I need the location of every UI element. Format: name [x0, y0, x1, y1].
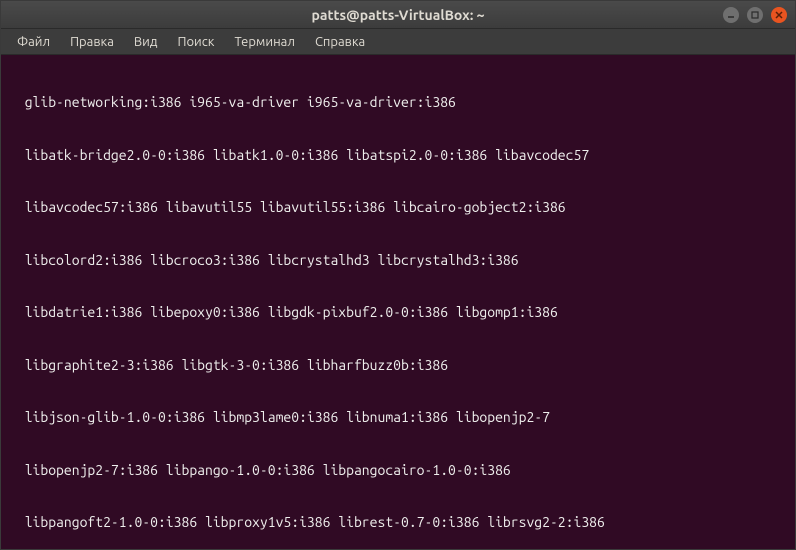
terminal-line: glib-networking:i386 i965-va-driver i965…	[9, 94, 787, 112]
menu-edit[interactable]: Правка	[62, 33, 122, 51]
terminal-line: libjson-glib-1.0-0:i386 libmp3lame0:i386…	[9, 409, 787, 427]
minimize-button[interactable]	[723, 7, 739, 23]
terminal-line: libdatrie1:i386 libepoxy0:i386 libgdk-pi…	[9, 304, 787, 322]
terminal-window: patts@patts-VirtualBox: ~ Файл Правка Ви…	[0, 0, 796, 550]
maximize-button[interactable]	[747, 7, 763, 23]
window-controls	[723, 7, 787, 23]
titlebar: patts@patts-VirtualBox: ~	[1, 1, 795, 29]
window-title: patts@patts-VirtualBox: ~	[312, 7, 485, 23]
close-button[interactable]	[771, 7, 787, 23]
close-icon	[775, 11, 783, 19]
minimize-icon	[727, 11, 735, 19]
terminal-line: libopenjp2-7:i386 libpango-1.0-0:i386 li…	[9, 462, 787, 480]
menu-help[interactable]: Справка	[307, 33, 373, 51]
terminal-line: libgraphite2-3:i386 libgtk-3-0:i386 libh…	[9, 357, 787, 375]
terminal-line: libcolord2:i386 libcroco3:i386 libcrysta…	[9, 252, 787, 270]
menubar: Файл Правка Вид Поиск Терминал Справка	[1, 29, 795, 55]
menu-search[interactable]: Поиск	[169, 33, 222, 51]
terminal-line: libpangoft2-1.0-0:i386 libproxy1v5:i386 …	[9, 514, 787, 532]
menu-file[interactable]: Файл	[9, 33, 58, 51]
terminal-line: libatk-bridge2.0-0:i386 libatk1.0-0:i386…	[9, 147, 787, 165]
terminal-output[interactable]: glib-networking:i386 i965-va-driver i965…	[1, 55, 795, 549]
menu-terminal[interactable]: Терминал	[226, 33, 302, 51]
terminal-line: libavcodec57:i386 libavutil55 libavutil5…	[9, 199, 787, 217]
menu-view[interactable]: Вид	[126, 33, 166, 51]
maximize-icon	[751, 11, 759, 19]
